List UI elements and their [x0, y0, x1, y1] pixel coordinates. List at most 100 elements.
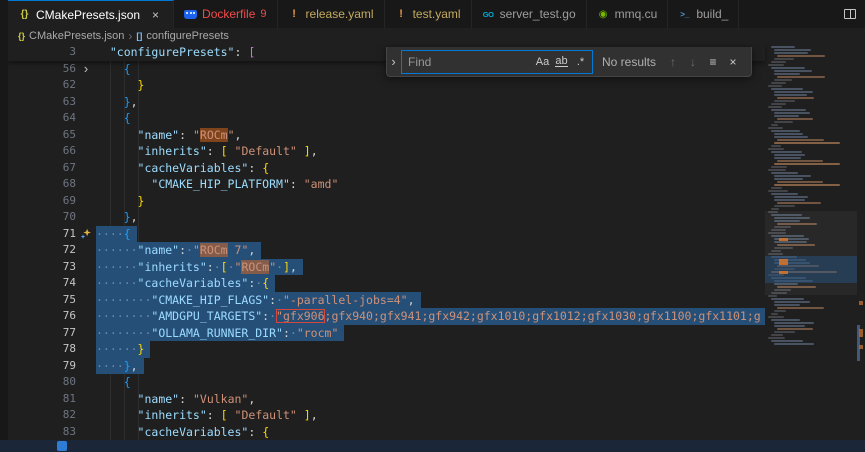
vscode-window: {} CMakePresets.json × Dockerfile 9! release.…	[0, 0, 865, 452]
code-lines: 56 › {62 } 63 }, 64 {65 "name": "ROCm", 66 "…	[8, 61, 865, 441]
gutter-decoration	[76, 424, 96, 441]
tab-label: test.yaml	[412, 7, 461, 21]
whole-word-button[interactable]: ab	[552, 52, 571, 72]
warning-icon: !	[399, 8, 403, 20]
line-content: "cacheVariables": {	[137, 424, 270, 439]
code-line-71[interactable]: 71 ····{	[8, 225, 865, 243]
code-line-72[interactable]: 72 ······"name":·"ROCm 7",	[8, 242, 865, 259]
line-number: 76	[62, 309, 76, 322]
code-line-67[interactable]: 67 "cacheVariables": {	[8, 160, 865, 177]
line-content: ········"CMAKE_HIP_FLAGS":·"-parallel-jo…	[96, 291, 865, 308]
line-number: 78	[62, 342, 76, 355]
code-line-66[interactable]: 66 "inherits": [ "Default" ],	[8, 143, 865, 160]
minimap-match-mark	[779, 238, 788, 241]
code-editor[interactable]: 56 › {62 } 63 }, 64 {65 "name": "ROCm", 66 "…	[8, 44, 865, 440]
gutter-decoration	[76, 391, 96, 408]
code-line-78[interactable]: 78 ······}	[8, 341, 865, 358]
code-line-69[interactable]: 69 }	[8, 193, 865, 210]
code-line-76[interactable]: 76 ········"AMDGPU_TARGETS":·"gfx906;gfx9…	[8, 308, 865, 325]
line-number: 80	[62, 375, 76, 388]
match-case-button[interactable]: Aa	[533, 52, 552, 72]
find-input[interactable]	[408, 54, 533, 69]
tab-release-yaml[interactable]: ! release.yaml	[277, 0, 385, 28]
remote-indicator-icon[interactable]	[57, 441, 67, 451]
fold-collapsed-icon[interactable]: ›	[76, 61, 96, 78]
tab-mmq-cu[interactable]: ◉ mmq.cu	[586, 0, 669, 28]
tab-dockerfile[interactable]: Dockerfile 9	[174, 0, 278, 28]
docker-icon	[184, 9, 198, 19]
code-line-82[interactable]: 82 "inherits": [ "Default" ],	[8, 407, 865, 424]
line-number: 3	[69, 45, 76, 58]
tab-cmakepresets-json[interactable]: {} CMakePresets.json ×	[8, 0, 175, 28]
line-number: 79	[62, 358, 76, 372]
gutter-decoration	[76, 176, 96, 193]
code-line-79[interactable]: 79 ····},	[8, 357, 865, 374]
tab-server-test-go[interactable]: GO server_test.go	[471, 0, 587, 28]
tab-build-[interactable]: >_ build_	[668, 0, 740, 28]
find-in-selection-button[interactable]: ≡	[703, 52, 723, 72]
code-line-81[interactable]: 81 "name": "Vulkan",	[8, 391, 865, 408]
tab-test-yaml[interactable]: ! test.yaml	[384, 0, 472, 28]
tab-label: build_	[696, 7, 729, 21]
tab-bar: {} CMakePresets.json × Dockerfile 9! release.…	[8, 0, 865, 28]
breadcrumb-file[interactable]: CMakePresets.json	[29, 30, 124, 42]
gutter-decoration	[76, 308, 96, 325]
line-number: 62	[62, 78, 76, 91]
line-content: },	[123, 210, 138, 224]
gutter-decoration	[76, 242, 96, 259]
line-content: ······}	[96, 341, 865, 358]
ruler-match-mark	[859, 301, 863, 306]
find-next-button[interactable]: ↓	[683, 52, 703, 72]
line-number: 71	[62, 226, 76, 240]
gutter-decoration	[76, 292, 96, 309]
minimap[interactable]	[765, 44, 857, 440]
code-line-83[interactable]: 83 "cacheVariables": {	[8, 424, 865, 441]
code-line-75[interactable]: 75 ········"CMAKE_HIP_FLAGS":·"-parallel-…	[8, 291, 865, 309]
array-symbol-icon: []	[136, 31, 143, 41]
line-content: ······"inherits":·[·"ROCm"·],	[96, 258, 865, 275]
code-line-73[interactable]: 73 ······"inherits":·[·"ROCm"·],	[8, 258, 865, 276]
gutter-decoration	[76, 374, 96, 391]
gutter-decoration	[76, 94, 96, 111]
shell-icon: >_	[680, 9, 690, 19]
code-line-64[interactable]: 64 {	[8, 110, 865, 127]
gutter-decoration	[76, 143, 96, 160]
gutter-decoration	[76, 275, 96, 292]
code-line-62[interactable]: 62 }	[8, 77, 865, 94]
find-widget: › Aa ab .* No results ↑ ↓ ≡ ×	[386, 47, 752, 77]
gutter-decoration	[76, 407, 96, 424]
line-content: ······"cacheVariables":·{	[96, 275, 865, 292]
breadcrumb-symbol[interactable]: configurePresets	[146, 30, 229, 42]
code-line-68[interactable]: 68 "CMAKE_HIP_PLATFORM": "amd"	[8, 176, 865, 193]
find-previous-button[interactable]: ↑	[663, 52, 683, 72]
gutter-decoration	[76, 77, 96, 94]
code-line-74[interactable]: 74 ······"cacheVariables":·{	[8, 275, 865, 292]
line-number: 72	[62, 243, 76, 256]
gutter-decoration	[76, 325, 96, 342]
tab-label: server_test.go	[499, 7, 576, 21]
split-editor-icon[interactable]	[844, 9, 856, 19]
close-icon[interactable]: ×	[148, 8, 163, 22]
copilot-sparkle-icon[interactable]	[76, 226, 96, 243]
code-line-70[interactable]: 70 },	[8, 209, 865, 226]
gutter-decoration	[76, 341, 96, 358]
code-line-80[interactable]: 80 {	[8, 374, 865, 391]
code-line-65[interactable]: 65 "name": "ROCm",	[8, 127, 865, 144]
toggle-replace-chevron-icon[interactable]: ›	[387, 47, 400, 76]
gutter-decoration	[76, 259, 96, 276]
tab-label: Dockerfile	[202, 7, 256, 21]
overview-ruler	[857, 44, 865, 440]
find-close-button[interactable]: ×	[723, 52, 743, 72]
line-content: ········"OLLAMA_RUNNER_DIR":·"rocm"	[96, 324, 865, 341]
json-icon: {}	[18, 31, 26, 41]
code-line-77[interactable]: 77 ········"OLLAMA_RUNNER_DIR":·"rocm"	[8, 324, 865, 342]
line-content: "inherits": [ "Default" ],	[137, 144, 318, 158]
line-number: 65	[62, 127, 76, 141]
regex-button[interactable]: .*	[571, 52, 590, 72]
tab-label: mmq.cu	[614, 7, 658, 21]
code-line-63[interactable]: 63 },	[8, 94, 865, 111]
line-number: 64	[62, 111, 76, 124]
cuda-icon: ◉	[598, 8, 608, 20]
line-content: }	[137, 193, 145, 208]
line-content: {	[123, 111, 131, 125]
